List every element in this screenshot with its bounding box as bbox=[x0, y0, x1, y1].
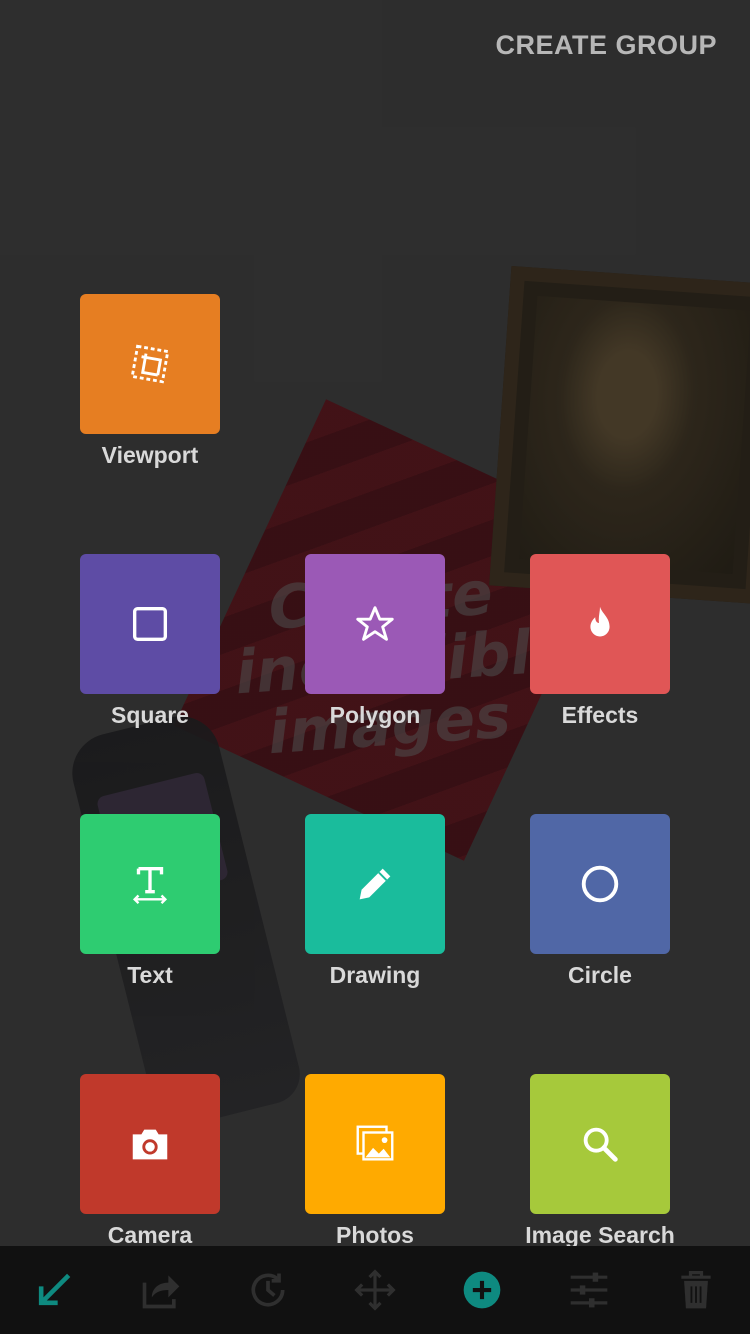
tile-circle[interactable]: Circle bbox=[530, 814, 670, 989]
tile-camera-box[interactable] bbox=[80, 1074, 220, 1214]
tile-label: Polygon bbox=[329, 702, 421, 728]
tile-label: Image Search bbox=[525, 1222, 675, 1248]
tile-effects[interactable]: Effects bbox=[530, 554, 670, 729]
photos-icon bbox=[352, 1121, 398, 1167]
history-icon bbox=[246, 1268, 290, 1312]
tile-label: Photos bbox=[336, 1222, 414, 1248]
arrow-down-left-icon bbox=[32, 1268, 76, 1312]
tile-camera[interactable]: Camera bbox=[80, 1074, 220, 1249]
tile-label: Effects bbox=[561, 702, 639, 728]
add-button[interactable] bbox=[452, 1260, 512, 1320]
move-button[interactable] bbox=[345, 1260, 405, 1320]
tile-label: Viewport bbox=[101, 442, 199, 468]
star-icon bbox=[352, 601, 398, 647]
bottom-toolbar bbox=[0, 1246, 750, 1334]
add-icon bbox=[460, 1268, 504, 1312]
tile-text-box[interactable] bbox=[80, 814, 220, 954]
tile-label: Circle bbox=[568, 962, 632, 988]
tile-image-search-box[interactable] bbox=[530, 1074, 670, 1214]
share-icon bbox=[139, 1268, 183, 1312]
text-icon bbox=[127, 861, 173, 907]
collapse-button[interactable] bbox=[24, 1260, 84, 1320]
history-button[interactable] bbox=[238, 1260, 298, 1320]
tile-viewport[interactable]: Viewport bbox=[80, 294, 220, 469]
tile-polygon[interactable]: Polygon bbox=[305, 554, 445, 729]
trash-icon bbox=[674, 1268, 718, 1312]
flame-icon bbox=[577, 601, 623, 647]
delete-button[interactable] bbox=[666, 1260, 726, 1320]
tile-circle-box[interactable] bbox=[530, 814, 670, 954]
tile-photos-box[interactable] bbox=[305, 1074, 445, 1214]
share-button[interactable] bbox=[131, 1260, 191, 1320]
tile-label: Drawing bbox=[329, 962, 421, 988]
tile-square[interactable]: Square bbox=[80, 554, 220, 729]
sliders-icon bbox=[567, 1268, 611, 1312]
tile-photos[interactable]: Photos bbox=[305, 1074, 445, 1249]
tile-square-box[interactable] bbox=[80, 554, 220, 694]
create-group-button[interactable]: CREATE GROUP bbox=[495, 30, 717, 61]
adjust-button[interactable] bbox=[559, 1260, 619, 1320]
tile-label: Square bbox=[111, 702, 189, 728]
tile-text[interactable]: Text bbox=[80, 814, 220, 989]
tile-effects-box[interactable] bbox=[530, 554, 670, 694]
move-icon bbox=[353, 1268, 397, 1312]
circle-icon bbox=[577, 861, 623, 907]
tile-viewport-box[interactable] bbox=[80, 294, 220, 434]
camera-icon bbox=[127, 1121, 173, 1167]
tile-polygon-box[interactable] bbox=[305, 554, 445, 694]
tile-label: Camera bbox=[107, 1222, 193, 1248]
tile-drawing-box[interactable] bbox=[305, 814, 445, 954]
square-icon bbox=[127, 601, 173, 647]
search-icon bbox=[577, 1121, 623, 1167]
tile-drawing[interactable]: Drawing bbox=[305, 814, 445, 989]
tile-label: Text bbox=[127, 962, 173, 988]
pencil-icon bbox=[352, 861, 398, 907]
viewport-crop-icon bbox=[127, 341, 173, 387]
tile-image-search[interactable]: Image Search bbox=[525, 1074, 675, 1249]
